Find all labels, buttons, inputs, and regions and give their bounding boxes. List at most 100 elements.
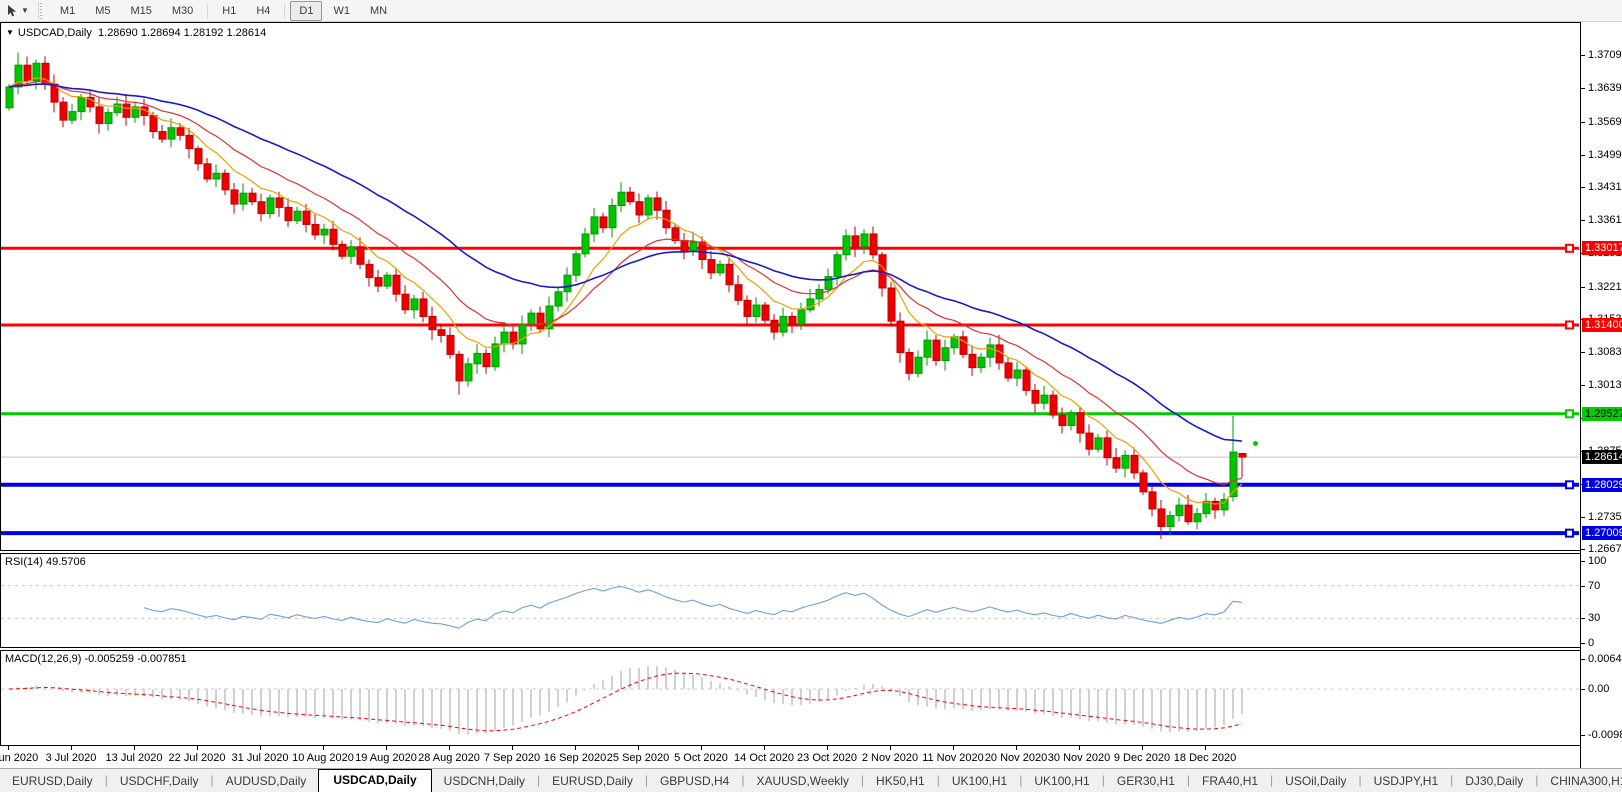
- hline-price-label: 1.33017: [1582, 241, 1622, 256]
- toolbar-separator: [207, 2, 209, 19]
- date-tick: [134, 746, 135, 750]
- price-tick-label: 1.30130: [1588, 379, 1622, 392]
- rsi-canvas: [1, 585, 1579, 629]
- macd-tick-label: -0.009871: [1588, 728, 1622, 741]
- price-tick-label: 1.37090: [1588, 49, 1622, 62]
- price-tick-label: 1.34990: [1588, 148, 1622, 161]
- hline-price-label: 1.27009: [1582, 526, 1622, 541]
- date-tick: [953, 746, 954, 750]
- timeframe-button-h1[interactable]: H1: [213, 1, 245, 21]
- date-label: 31 Jul 2020: [231, 752, 289, 764]
- tab-eurusd-daily[interactable]: EURUSD,Daily: [0, 771, 105, 792]
- axis-tick: [1581, 55, 1585, 57]
- cursor-tool-icon[interactable]: [4, 3, 20, 19]
- date-label: 19 Aug 2020: [355, 752, 417, 764]
- chart-dropdown-icon[interactable]: ▼: [6, 28, 14, 37]
- cursor-tool-dropdown-icon[interactable]: ▼: [21, 6, 29, 15]
- macd-tick-label: 0.006444: [1588, 652, 1622, 665]
- date-label: 13 Jul 2020: [105, 752, 163, 764]
- price-pane[interactable]: ▼ USDCAD,Daily 1.28690 1.28694 1.28192 1.…: [0, 22, 1580, 551]
- axis-tick: [1581, 658, 1585, 660]
- tab-xauusd-weekly[interactable]: XAUUSD,Weekly: [744, 771, 860, 792]
- tab-hk50-h1[interactable]: HK50,H1: [864, 771, 937, 792]
- date-label: 20 Nov 2020: [984, 752, 1048, 764]
- tab-china300-h1[interactable]: CHINA300,H1: [1538, 771, 1622, 792]
- timeframe-button-d1[interactable]: D1: [290, 0, 323, 21]
- tab-usdjpy-h1[interactable]: USDJPY,H1: [1362, 771, 1450, 792]
- chart-window: ▼ USDCAD,Daily 1.28690 1.28694 1.28192 1.…: [0, 22, 1622, 768]
- tab-ger30-h1[interactable]: GER30,H1: [1105, 771, 1187, 792]
- chart-title: ▼ USDCAD,Daily 1.28690 1.28694 1.28192 1.…: [6, 27, 266, 39]
- date-tick: [449, 746, 450, 750]
- tab-dj30-daily[interactable]: DJ30,Daily: [1453, 771, 1535, 792]
- date-label: 5 Oct 2020: [674, 752, 728, 764]
- rsi-tick-label: 30: [1588, 612, 1601, 625]
- hline-price-label: 1.29527: [1582, 406, 1622, 421]
- macd-pane[interactable]: MACD(12,26,9) -0.005259 -0.007851: [0, 650, 1580, 746]
- tab-audusd-daily[interactable]: AUDUSD,Daily: [214, 771, 319, 792]
- mid-ema-line: [8, 80, 1243, 486]
- axis-tick: [1581, 618, 1585, 620]
- timeframe-button-mn[interactable]: MN: [361, 1, 396, 21]
- fast-ema-line: [8, 77, 1243, 505]
- macd-label: MACD(12,26,9) -0.005259 -0.007851: [5, 653, 187, 665]
- price-axis[interactable]: 1.37090 1.36390 1.35690 1.34990 1.34310 1.336…: [1580, 22, 1622, 768]
- time-axis[interactable]: 24 Jun 2020 3 Jul 2020 13 Jul 2020 22 Jul 2…: [0, 746, 1580, 768]
- toolbar-grip[interactable]: [37, 2, 44, 19]
- date-tick: [386, 746, 387, 750]
- date-label: 7 Sep 2020: [483, 752, 541, 764]
- price-marker-dot: [1253, 441, 1258, 447]
- rsi-label: RSI(14) 49.5706: [5, 556, 86, 568]
- date-label: 14 Oct 2020: [734, 752, 794, 764]
- tab-uk100-h1[interactable]: UK100,H1: [1022, 771, 1101, 792]
- tab-usdcnh-daily[interactable]: USDCNH,Daily: [432, 771, 537, 792]
- tab-fra40-h1[interactable]: FRA40,H1: [1190, 771, 1270, 792]
- date-label: 11 Nov 2020: [922, 752, 984, 764]
- date-tick: [1079, 746, 1080, 750]
- tab-gbpusd-h4[interactable]: GBPUSD,H4: [648, 771, 741, 792]
- rsi-pane[interactable]: RSI(14) 49.5706: [0, 553, 1580, 648]
- tab-usdcad-daily[interactable]: USDCAD,Daily: [318, 769, 432, 792]
- timeframe-button-m15[interactable]: M15: [121, 1, 160, 21]
- axis-tick: [1581, 286, 1585, 288]
- date-label: 30 Nov 2020: [1047, 752, 1111, 764]
- price-tick-label: 1.26670: [1588, 543, 1622, 556]
- tab-eurusd-daily[interactable]: EURUSD,Daily: [540, 771, 645, 792]
- rsi-tick-label: 70: [1588, 579, 1601, 592]
- timeframe-button-m5[interactable]: M5: [86, 1, 119, 21]
- hline-price-label: 1.28029: [1582, 477, 1622, 492]
- candlestick-canvas: [1, 52, 1579, 540]
- slow-ema-line: [8, 83, 1243, 442]
- axis-tick: [1581, 88, 1585, 90]
- tab-usdchf-daily[interactable]: USDCHF,Daily: [108, 771, 211, 792]
- timeframe-button-w1[interactable]: W1: [324, 1, 359, 21]
- price-tick-label: 1.32210: [1588, 280, 1622, 293]
- date-tick: [1016, 746, 1017, 750]
- axis-tick: [1581, 385, 1585, 387]
- axis-tick: [1581, 689, 1585, 690]
- timeframe-button-m1[interactable]: M1: [51, 1, 84, 21]
- tab-uk100-h1[interactable]: UK100,H1: [940, 771, 1019, 792]
- tab-usoil-daily[interactable]: USOil,Daily: [1273, 771, 1358, 792]
- axis-tick: [1581, 643, 1585, 644]
- date-tick: [1142, 746, 1143, 750]
- rsi-tick-label: 0: [1588, 637, 1595, 649]
- timeframe-button-h4[interactable]: H4: [247, 1, 279, 21]
- macd-canvas: [1, 665, 1579, 735]
- date-tick: [323, 746, 324, 750]
- current-price-label: 1.28614: [1582, 450, 1622, 465]
- price-tick-label: 1.34310: [1588, 181, 1622, 193]
- date-tick: [764, 746, 765, 750]
- date-label: 22 Jul 2020: [168, 752, 226, 764]
- date-tick: [260, 746, 261, 750]
- date-tick: [701, 746, 702, 750]
- chart-ohlc-values: 1.28690 1.28694 1.28192 1.28614: [98, 27, 267, 39]
- date-tick: [575, 746, 576, 750]
- axis-tick: [1581, 220, 1585, 222]
- axis-tick: [1581, 154, 1585, 156]
- date-label: 16 Sep 2020: [543, 752, 607, 764]
- hline-price-label: 1.31400: [1582, 317, 1622, 332]
- axis-tick: [1581, 585, 1585, 587]
- date-tick: [1205, 746, 1206, 750]
- timeframe-button-m30[interactable]: M30: [163, 1, 202, 21]
